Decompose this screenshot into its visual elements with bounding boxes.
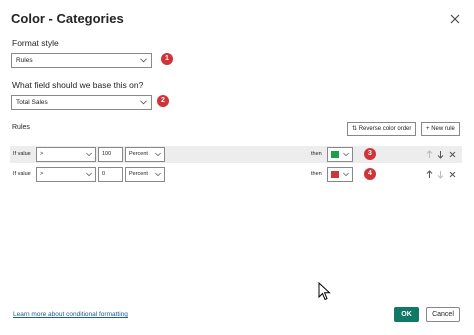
rules-label: Rules — [12, 124, 30, 131]
reverse-color-order-button[interactable]: ⇅ Reverse color order — [347, 122, 417, 136]
callout-badge-2: 2 — [157, 95, 169, 107]
format-style-label: Format style — [12, 38, 59, 48]
operator-dropdown[interactable]: > — [36, 147, 96, 162]
field-dropdown[interactable]: Total Sales — [11, 95, 152, 110]
callout-badge-3: 3 — [364, 148, 376, 160]
format-style-dropdown[interactable]: Rules — [11, 53, 152, 68]
mouse-cursor-icon — [318, 282, 331, 301]
move-up-icon[interactable] — [426, 170, 433, 179]
new-rule-button[interactable]: + New rule — [421, 122, 460, 136]
chevron-down-icon — [343, 172, 349, 177]
color-picker[interactable] — [327, 167, 353, 182]
chevron-down-icon — [140, 58, 147, 63]
format-style-value: Rules — [16, 57, 33, 64]
operator-dropdown[interactable]: > — [36, 167, 96, 182]
rule-row: If value > 100 Percent then 3 — [10, 146, 462, 163]
then-label: then — [311, 151, 322, 157]
value-input[interactable]: 100 — [98, 147, 123, 162]
chevron-down-icon — [140, 100, 147, 105]
ok-button[interactable]: OK — [394, 307, 419, 322]
if-value-label: If value — [13, 151, 31, 157]
reverse-color-order-label: Reverse color order — [358, 126, 412, 132]
move-up-icon[interactable] — [426, 150, 433, 159]
value-text: 0 — [102, 171, 106, 177]
operator-value: > — [40, 151, 44, 157]
chevron-down-icon — [86, 152, 92, 157]
field-label: What field should we base this on? — [12, 80, 144, 90]
move-down-icon[interactable] — [437, 170, 444, 179]
color-swatch — [331, 151, 339, 158]
if-value-label: If value — [13, 171, 31, 177]
rule-row: If value > 0 Percent then 4 — [10, 166, 462, 183]
delete-rule-icon[interactable] — [449, 170, 456, 179]
chevron-down-icon — [86, 172, 92, 177]
cancel-button[interactable]: Cancel — [426, 307, 460, 322]
unit-dropdown[interactable]: Percent — [125, 167, 165, 182]
operator-value: > — [40, 171, 44, 177]
then-label: then — [311, 171, 322, 177]
move-down-icon[interactable] — [437, 150, 444, 159]
color-swatch — [331, 171, 339, 178]
plus-icon: + — [426, 126, 430, 132]
unit-dropdown[interactable]: Percent — [125, 147, 165, 162]
delete-rule-icon[interactable] — [449, 150, 456, 159]
chevron-down-icon — [155, 172, 161, 177]
dialog-title: Color - Categories — [11, 11, 124, 26]
color-picker[interactable] — [327, 147, 353, 162]
value-text: 100 — [102, 151, 112, 157]
callout-badge-4: 4 — [364, 168, 376, 180]
new-rule-label: New rule — [431, 126, 455, 132]
callout-badge-1: 1 — [161, 53, 173, 65]
value-input[interactable]: 0 — [98, 167, 123, 182]
learn-more-link[interactable]: Learn more about conditional formatting — [13, 311, 128, 318]
swap-icon: ⇅ — [352, 126, 358, 132]
unit-value: Percent — [129, 171, 148, 177]
unit-value: Percent — [129, 151, 148, 157]
field-value: Total Sales — [16, 99, 48, 106]
chevron-down-icon — [155, 152, 161, 157]
chevron-down-icon — [343, 152, 349, 157]
close-icon[interactable] — [449, 13, 461, 25]
color-categories-dialog: Color - Categories Format style Rules 1 … — [0, 0, 474, 335]
